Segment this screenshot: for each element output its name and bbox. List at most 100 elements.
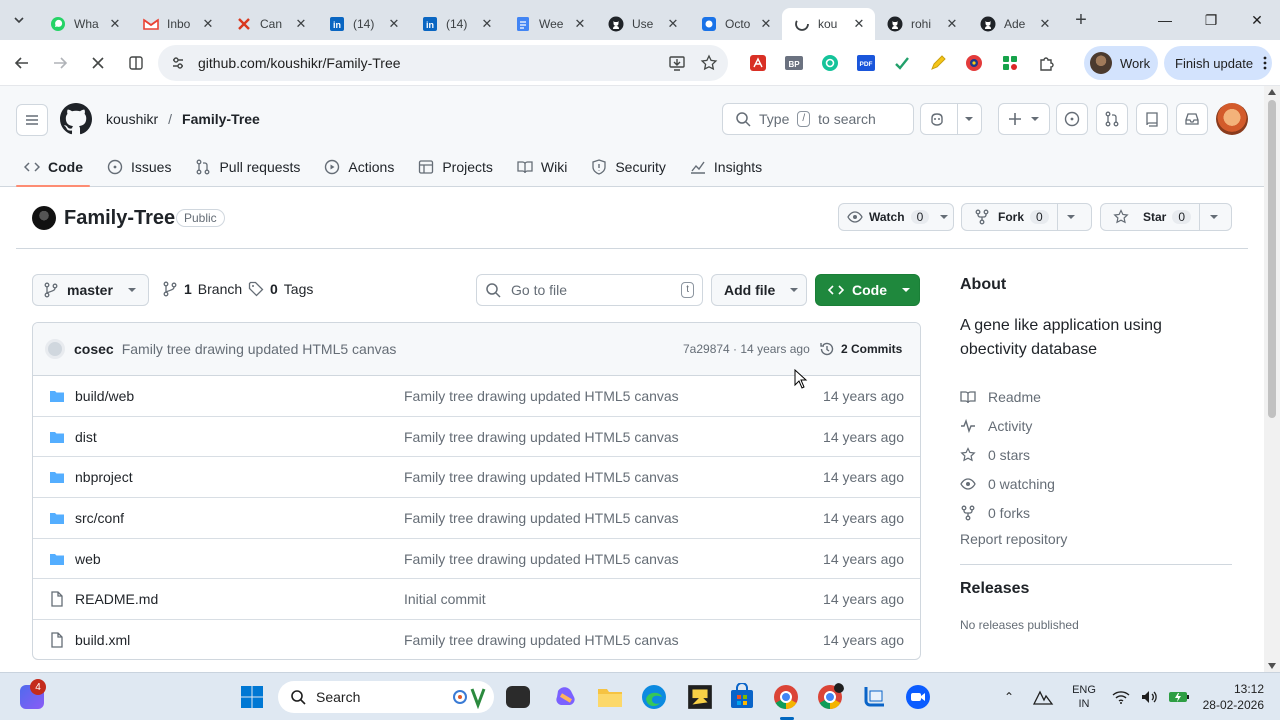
browser-tab[interactable]: in (14) ✕: [410, 8, 503, 40]
tab-issues[interactable]: Issues: [99, 152, 179, 182]
tab-close-icon[interactable]: ✕: [1037, 16, 1053, 32]
browser-tab[interactable]: Can ✕: [224, 8, 317, 40]
quick-settings[interactable]: [1112, 673, 1190, 721]
file-commit-message[interactable]: Family tree drawing updated HTML5 canvas: [404, 632, 679, 648]
report-repository-link[interactable]: Report repository: [960, 531, 1232, 547]
browser-tab[interactable]: rohi ✕: [875, 8, 968, 40]
repo-owner-avatar[interactable]: [32, 206, 56, 230]
table-row[interactable]: README.md Initial commit 14 years ago: [33, 579, 920, 621]
file-commit-message[interactable]: Family tree drawing updated HTML5 canvas: [404, 469, 679, 485]
star-dropdown[interactable]: [1199, 204, 1227, 230]
edge-icon[interactable]: [640, 683, 668, 711]
commit-message[interactable]: Family tree drawing updated HTML5 canvas: [122, 341, 397, 357]
github-logo-link[interactable]: [60, 103, 92, 135]
scroll-up-icon[interactable]: [1268, 89, 1276, 95]
table-row[interactable]: dist Family tree drawing updated HTML5 ca…: [33, 417, 920, 458]
address-bar[interactable]: github.com/koushikr/Family-Tree: [158, 45, 728, 81]
scrollbar-thumb[interactable]: [1268, 100, 1276, 418]
tab-close-icon[interactable]: ✕: [851, 16, 867, 32]
site-info-icon[interactable]: [170, 55, 186, 71]
user-avatar[interactable]: [1216, 103, 1248, 135]
pull-requests-header-button[interactable]: [1096, 103, 1128, 135]
bp-ext-icon[interactable]: BP: [780, 49, 808, 77]
puzzle-ext-icon[interactable]: [996, 49, 1024, 77]
tab-close-icon[interactable]: ✕: [665, 16, 681, 32]
table-row[interactable]: src/conf Family tree drawing updated HTML…: [33, 498, 920, 539]
file-name[interactable]: src/conf: [75, 510, 124, 526]
grammar-ext-icon[interactable]: [816, 49, 844, 77]
copilot-button[interactable]: [920, 103, 982, 135]
tab-close-icon[interactable]: ✕: [572, 16, 588, 32]
stars-link[interactable]: 0 stars: [960, 440, 1232, 469]
pdf-ext-icon[interactable]: PDF: [852, 49, 880, 77]
forks-link[interactable]: 0 forks: [960, 498, 1232, 527]
table-row[interactable]: nbproject Family tree drawing updated HTM…: [33, 457, 920, 499]
pencil-ext-icon[interactable]: [924, 49, 952, 77]
tab-code[interactable]: Code: [16, 152, 91, 182]
issues-header-button[interactable]: [1056, 103, 1088, 135]
file-name[interactable]: build.xml: [75, 632, 130, 648]
store-icon[interactable]: [728, 683, 756, 711]
go-to-file-input[interactable]: Go to file t: [476, 274, 703, 306]
acrobat-ext-icon[interactable]: [744, 49, 772, 77]
page-scrollbar[interactable]: [1264, 86, 1280, 672]
tab-wiki[interactable]: Wiki: [509, 152, 575, 182]
browser-tab[interactable]: kou ✕: [782, 8, 875, 40]
show-hidden-icons-button[interactable]: ⌃: [1004, 690, 1014, 704]
snipping-tool-icon[interactable]: [860, 683, 888, 711]
scroll-down-icon[interactable]: [1268, 663, 1276, 669]
forward-button[interactable]: [42, 45, 78, 81]
zoom-icon[interactable]: [904, 683, 932, 711]
tab-search-button[interactable]: [0, 0, 38, 40]
new-tab-button[interactable]: +: [1065, 4, 1097, 36]
location-icon[interactable]: [1032, 688, 1054, 706]
releases-title[interactable]: Releases: [960, 580, 1029, 598]
file-commit-message[interactable]: Family tree drawing updated HTML5 canvas: [404, 429, 679, 445]
tab-security[interactable]: Security: [583, 152, 674, 182]
commit-author-avatar[interactable]: [45, 339, 65, 359]
tab-projects[interactable]: Projects: [410, 152, 501, 182]
code-dropdown-button[interactable]: Code: [815, 274, 920, 306]
commit-author[interactable]: cosec: [74, 341, 114, 357]
menu-button[interactable]: [16, 104, 48, 136]
bookmark-star-icon[interactable]: [700, 54, 718, 72]
commits-link[interactable]: 2 Commits: [819, 341, 902, 357]
file-name[interactable]: build/web: [75, 388, 134, 404]
table-row[interactable]: build.xml Family tree drawing updated HTM…: [33, 620, 920, 659]
stop-loading-button[interactable]: [80, 45, 116, 81]
tags-link[interactable]: 0 Tags: [248, 281, 313, 297]
split-view-button[interactable]: [118, 45, 154, 81]
file-commit-message[interactable]: Initial commit: [404, 591, 486, 607]
table-row[interactable]: build/web Family tree drawing updated HTM…: [33, 376, 920, 417]
tab-close-icon[interactable]: ✕: [758, 16, 774, 32]
check-ext-icon[interactable]: [888, 49, 916, 77]
branches-link[interactable]: 1 Branch: [162, 281, 242, 297]
repo-link[interactable]: Family-Tree: [182, 111, 260, 127]
commit-sha-age[interactable]: 7a29874 · 14 years ago: [683, 342, 810, 356]
file-commit-message[interactable]: Family tree drawing updated HTML5 canvas: [404, 388, 679, 404]
watching-link[interactable]: 0 watching: [960, 469, 1232, 498]
browser-tab[interactable]: Wee ✕: [503, 8, 596, 40]
task-view-icon[interactable]: [506, 686, 530, 708]
search-input[interactable]: Type / to search: [722, 103, 914, 135]
activity-link[interactable]: Activity: [960, 411, 1232, 440]
url-text[interactable]: github.com/koushikr/Family-Tree: [198, 55, 401, 71]
file-name[interactable]: dist: [75, 429, 97, 445]
file-name[interactable]: nbproject: [75, 469, 133, 485]
repo-title[interactable]: Family-Tree: [64, 207, 175, 230]
profile-button[interactable]: Work: [1084, 46, 1158, 80]
tab-close-icon[interactable]: ✕: [479, 16, 495, 32]
color-ext-icon[interactable]: [960, 49, 988, 77]
table-row[interactable]: web Family tree drawing updated HTML5 can…: [33, 539, 920, 580]
language-indicator[interactable]: ENG IN: [1070, 683, 1098, 711]
browser-tab[interactable]: Octo ✕: [689, 8, 782, 40]
restore-button[interactable]: ❐: [1188, 0, 1234, 40]
file-commit-message[interactable]: Family tree drawing updated HTML5 canvas: [404, 551, 679, 567]
browser-tab[interactable]: in (14) ✕: [317, 8, 410, 40]
back-button[interactable]: [4, 45, 40, 81]
minimize-button[interactable]: —: [1142, 0, 1188, 40]
tab-actions[interactable]: Actions: [316, 152, 402, 182]
inbox-header-button[interactable]: [1176, 103, 1208, 135]
sticky-notes-icon[interactable]: [686, 683, 714, 711]
add-file-button[interactable]: Add file: [711, 274, 807, 306]
